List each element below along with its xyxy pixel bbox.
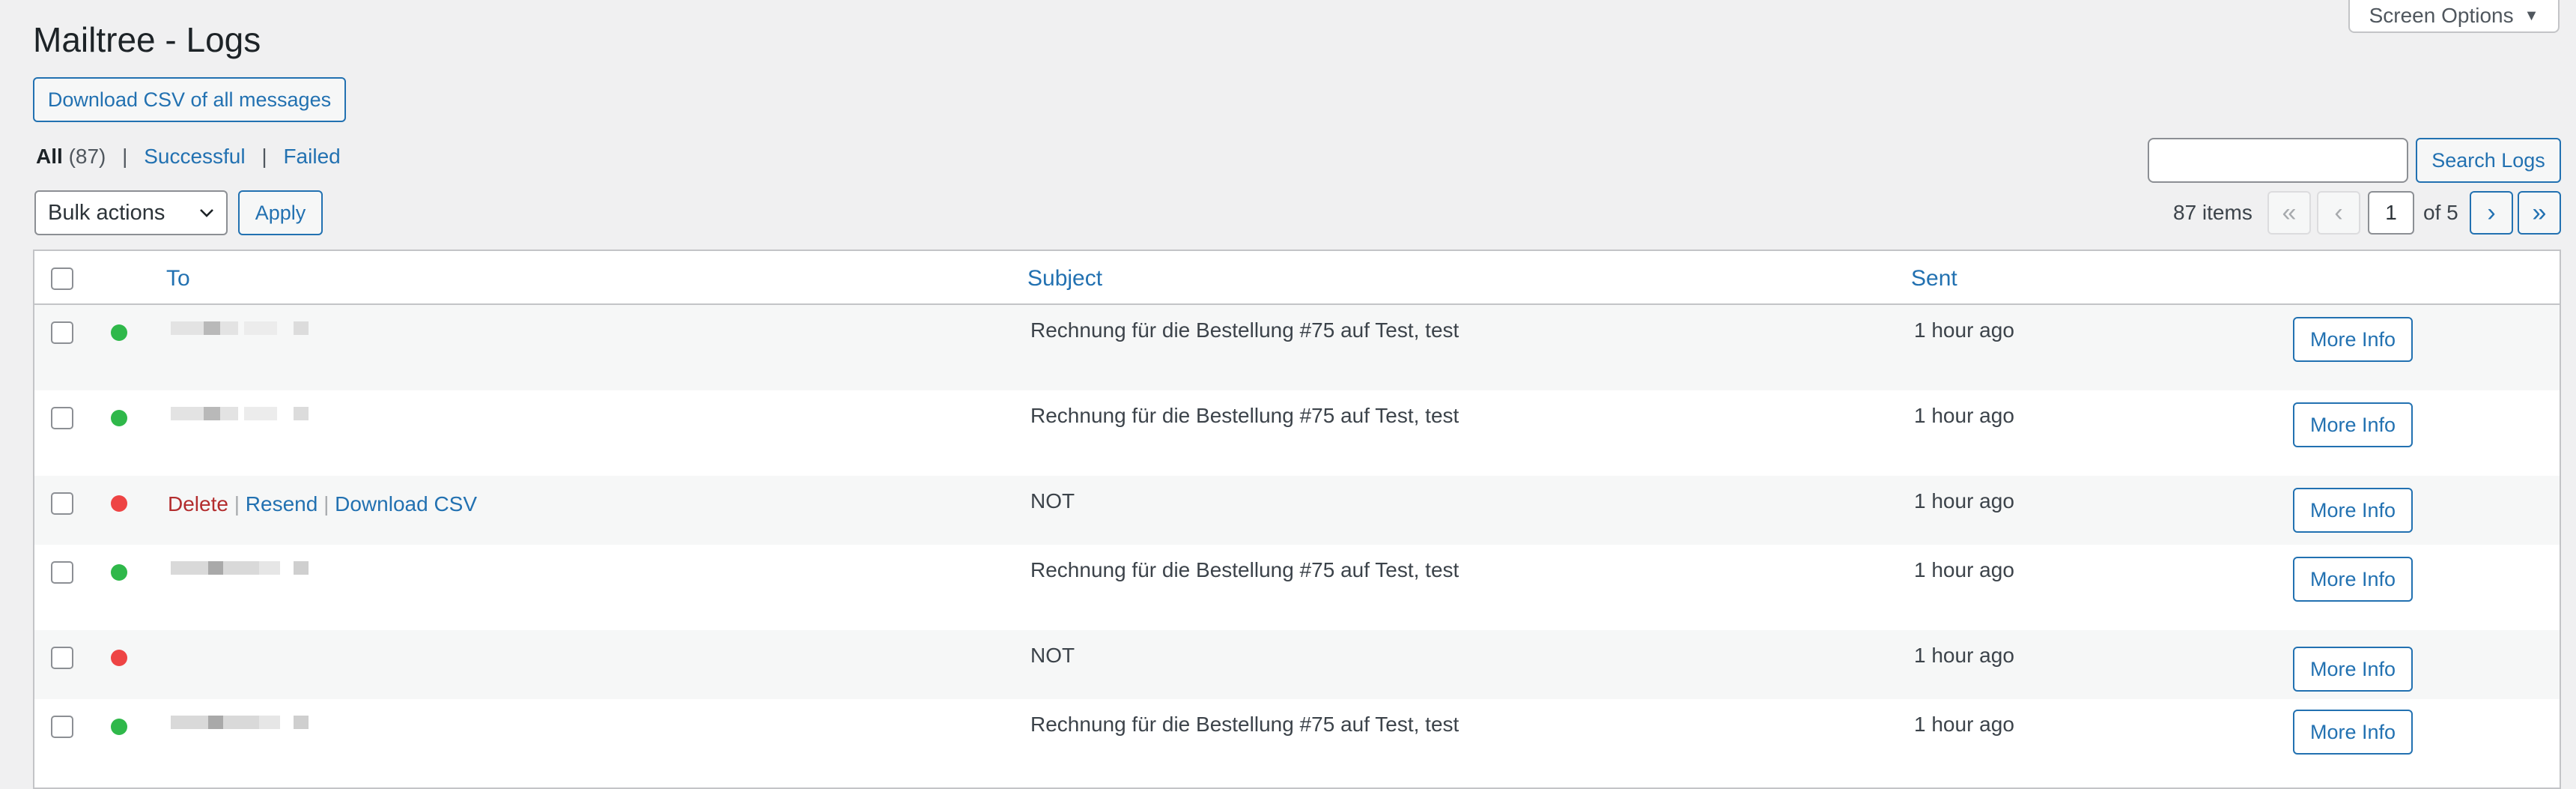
status-dot [111,324,127,341]
more-info-button[interactable]: More Info [2293,488,2413,533]
filter-successful[interactable]: Successful [144,145,245,168]
row-checkbox[interactable] [51,407,73,429]
chevron-down-icon [200,209,213,217]
row-checkbox[interactable] [51,716,73,738]
column-sent[interactable]: Sent [1911,266,1957,291]
row-sent: 1 hour ago [1914,644,2014,667]
bulk-actions-select[interactable]: Bulk actions [34,190,228,235]
row-sent: 1 hour ago [1914,713,2014,736]
logs-table: To Subject Sent Rechnung für die Bestell… [33,250,2561,789]
table-row: Rechnung für die Bestellung #75 auf Test… [34,545,2560,630]
status-dot [111,650,127,666]
status-filters: All (87) | Successful | Failed [36,145,341,169]
total-pages: of 5 [2423,201,2458,224]
more-info-button[interactable]: More Info [2293,402,2413,447]
table-row: Rechnung für die Bestellung #75 auf Test… [34,390,2560,476]
table-row: Delete | Resend | Download CSV NOT 1 hou… [34,476,2560,545]
screen-options-label: Screen Options [2369,4,2514,27]
more-info-button[interactable]: More Info [2293,557,2413,602]
column-subject[interactable]: Subject [1027,266,1102,291]
column-to[interactable]: To [166,266,190,291]
row-subject: Rechnung für die Bestellung #75 auf Test… [1030,318,1459,342]
current-page-input[interactable]: 1 [2368,191,2414,235]
last-page-button[interactable]: » [2518,191,2561,235]
row-checkbox[interactable] [51,321,73,344]
items-count: 87 items [2173,201,2253,224]
table-row: Rechnung für die Bestellung #75 auf Test… [34,699,2560,789]
delete-link[interactable]: Delete [168,492,228,516]
row-action-separator: | [234,492,240,516]
search-input[interactable] [2148,138,2408,183]
apply-button[interactable]: Apply [238,190,323,235]
row-sent: 1 hour ago [1914,558,2014,581]
row-checkbox[interactable] [51,647,73,669]
status-dot [111,719,127,735]
row-sent: 1 hour ago [1914,489,2014,513]
page-title: Mailtree - Logs [33,20,261,59]
prev-page-button: ‹ [2317,191,2360,235]
status-dot [111,564,127,581]
next-page-button[interactable]: › [2470,191,2513,235]
row-subject: NOT [1030,489,1075,513]
row-subject: Rechnung für die Bestellung #75 auf Test… [1030,558,1459,581]
row-action-separator: | [323,492,329,516]
select-all-checkbox[interactable] [51,267,73,290]
row-sent: 1 hour ago [1914,404,2014,427]
table-header: To Subject Sent [34,251,2560,305]
caret-down-icon: ▼ [2524,7,2539,24]
more-info-button[interactable]: More Info [2293,317,2413,362]
row-subject: Rechnung für die Bestellung #75 auf Test… [1030,404,1459,427]
row-subject: NOT [1030,644,1075,667]
filter-all[interactable]: All [36,145,63,168]
table-row: NOT 1 hour ago More Info [34,630,2560,699]
more-info-button[interactable]: More Info [2293,647,2413,692]
table-row: Rechnung für die Bestellung #75 auf Test… [34,305,2560,390]
row-sent: 1 hour ago [1914,318,2014,342]
download-csv-button[interactable]: Download CSV of all messages [33,77,346,122]
search-logs-button[interactable]: Search Logs [2416,138,2561,183]
filter-separator: | [122,145,128,168]
filter-separator: | [261,145,267,168]
screen-options-button[interactable]: Screen Options ▼ [2348,0,2560,33]
first-page-button: « [2267,191,2311,235]
resend-link[interactable]: Resend [246,492,318,516]
status-dot [111,495,127,512]
filter-all-count: (87) [68,145,106,168]
download-csv-link[interactable]: Download CSV [335,492,477,516]
row-subject: Rechnung für die Bestellung #75 auf Test… [1030,713,1459,736]
bulk-actions-value: Bulk actions [48,200,165,225]
more-info-button[interactable]: More Info [2293,710,2413,755]
row-checkbox[interactable] [51,492,73,515]
status-dot [111,410,127,426]
row-actions: Delete | Resend | Download CSV [168,492,477,516]
row-checkbox[interactable] [51,561,73,584]
filter-failed[interactable]: Failed [283,145,340,168]
